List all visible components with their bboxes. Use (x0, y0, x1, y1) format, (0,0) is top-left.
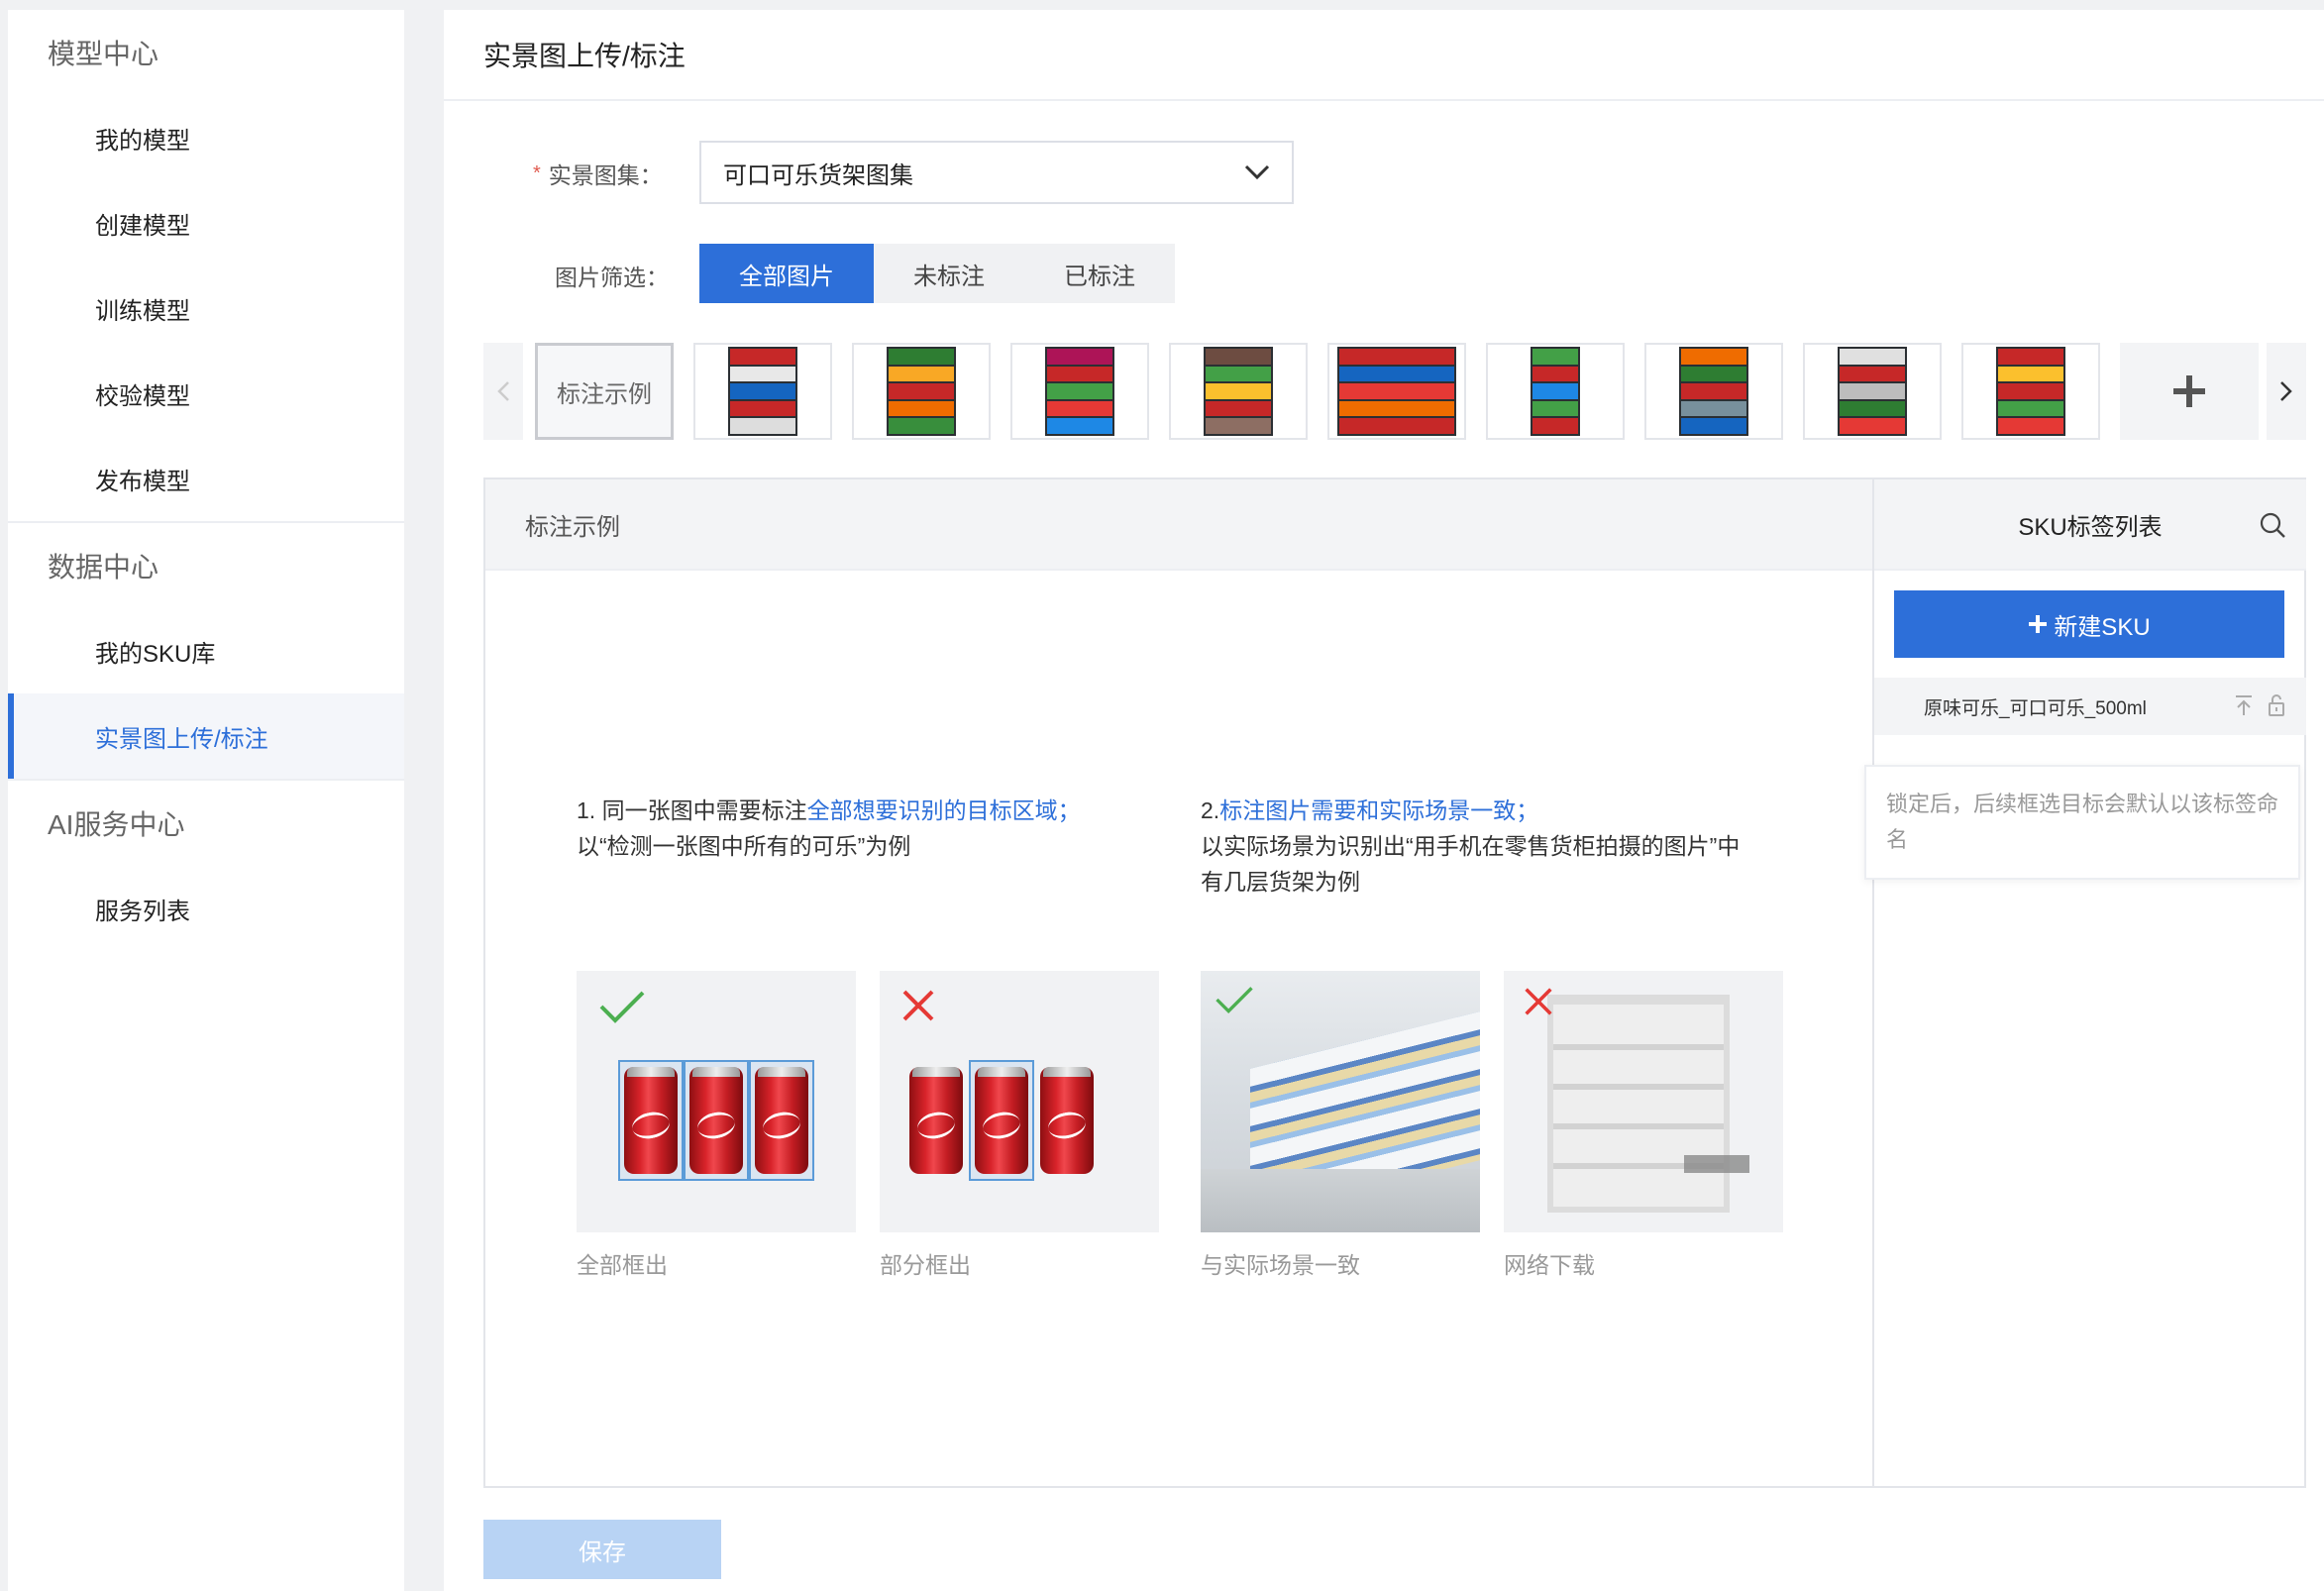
add-image-button[interactable] (2120, 343, 2259, 440)
nav-section-ai-service-center: AI服务中心 (48, 809, 185, 840)
example-caption: 部分框出 (880, 1252, 971, 1278)
check-icon (1215, 987, 1253, 1014)
cross-icon (1525, 988, 1552, 1015)
floor-illustration (1201, 1169, 1480, 1232)
cola-can (689, 1067, 743, 1174)
thumb-image[interactable] (1961, 343, 2100, 440)
tip-1-text: 1. 同一张图中需要标注 (577, 797, 807, 823)
thumb-image[interactable] (1327, 343, 1466, 440)
new-sku-button[interactable]: 新建SKU (1894, 590, 2284, 658)
plus-icon (2173, 375, 2205, 407)
dataset-select-value: 可口可乐货架图集 (723, 161, 913, 189)
cola-can (1040, 1067, 1094, 1174)
cola-can (975, 1067, 1028, 1174)
sku-panel-title: SKU标签列表 (2018, 513, 2163, 541)
new-sku-label: 新建SKU (2054, 613, 2151, 641)
chevron-right-icon (2280, 381, 2292, 401)
tip-2-line-3: 有几层货架为例 (1201, 869, 1360, 895)
example-caption: 全部框出 (577, 1252, 668, 1278)
cola-can (755, 1067, 808, 1174)
example-caption: 与实际场景一致 (1201, 1252, 1360, 1278)
example-image-partial-boxed (880, 971, 1159, 1232)
thumb-image[interactable] (852, 343, 991, 440)
annotation-area: 标注示例 1. 同一张图中需要标注全部想要识别的目标区域； 以“检测一张图中所有… (483, 477, 2306, 1488)
tip-1: 1. 同一张图中需要标注全部想要识别的目标区域； 以“检测一张图中所有的可乐”为… (577, 793, 1131, 864)
filter-labeled[interactable]: 已标注 (1024, 244, 1175, 303)
nav-item-train-model[interactable]: 训练模型 (8, 265, 404, 351)
filter-unlabeled[interactable]: 未标注 (874, 244, 1024, 303)
chevron-left-icon (497, 381, 509, 401)
tip-2-prefix: 2. (1201, 797, 1220, 823)
nav-item-my-sku-library[interactable]: 我的SKU库 (8, 608, 404, 693)
chevron-down-icon (1244, 164, 1270, 180)
save-button[interactable]: 保存 (483, 1520, 721, 1579)
filter-tabs: 全部图片 未标注 已标注 (699, 244, 1175, 303)
tip-2-line-2: 以实际场景为识别出“用手机在零售货柜拍摄的图片”中 (1201, 833, 1741, 859)
tip-2: 2.标注图片需要和实际场景一致； 以实际场景为识别出“用手机在零售货柜拍摄的图片… (1201, 793, 1795, 900)
tip-2-highlight: 标注图片需要和实际场景一致； (1219, 797, 1539, 823)
sidebar: 模型中心 我的模型 创建模型 训练模型 校验模型 发布模型 数据中心 我的SKU… (8, 10, 404, 1591)
nav-item-my-models[interactable]: 我的模型 (8, 95, 404, 180)
pin-top-icon[interactable] (2233, 693, 2255, 717)
sku-panel-header: SKU标签列表 (1874, 479, 2306, 571)
nav-item-validate-model[interactable]: 校验模型 (8, 351, 404, 436)
thumbnail-strip: 标注示例 (483, 343, 2306, 440)
nav-item-create-model[interactable]: 创建模型 (8, 180, 404, 265)
example-caption: 网络下载 (1504, 1252, 1595, 1278)
required-mark: * (533, 161, 541, 184)
plus-icon (2029, 615, 2048, 633)
lock-icon[interactable] (2267, 693, 2286, 717)
dataset-label: 实景图集： (548, 162, 663, 188)
thumb-image[interactable] (693, 343, 832, 440)
main-panel: 实景图上传/标注 * 实景图集： 可口可乐货架图集 图片筛选： 全部图片 未标注… (444, 10, 2324, 1591)
filter-all-images[interactable]: 全部图片 (699, 244, 874, 303)
thumb-image[interactable] (1010, 343, 1149, 440)
thumb-annotation-example[interactable]: 标注示例 (535, 343, 674, 440)
example-image-real-scene (1201, 971, 1480, 1232)
filter-label-row: 图片筛选： (555, 259, 669, 292)
nav-item-scene-upload-annotate[interactable]: 实景图上传/标注 (8, 693, 404, 779)
tip-1-line-2: 以“检测一张图中所有的可乐”为例 (577, 833, 911, 859)
watermark (1684, 1155, 1749, 1173)
strip-next-button[interactable] (2267, 343, 2306, 440)
dataset-select[interactable]: 可口可乐货架图集 (699, 141, 1294, 204)
thumb-image[interactable] (1803, 343, 1942, 440)
thumb-image[interactable] (1486, 343, 1625, 440)
nav-item-service-list[interactable]: 服务列表 (8, 866, 404, 951)
strip-prev-button[interactable] (483, 343, 523, 440)
nav-section-model-center: 模型中心 (48, 39, 159, 69)
cross-icon (902, 990, 934, 1021)
example-image-web-download (1504, 971, 1783, 1232)
annotation-area-title: 标注示例 (485, 479, 1872, 571)
cola-can (909, 1067, 963, 1174)
thumb-image[interactable] (1169, 343, 1308, 440)
tip-1-highlight: 全部想要识别的目标区域； (806, 797, 1081, 823)
cola-can (624, 1067, 678, 1174)
lock-tooltip: 锁定后，后续框选目标会默认以该标签命名 (1864, 765, 2300, 880)
check-icon (599, 991, 645, 1023)
empty-shelf-illustration (1547, 995, 1730, 1213)
example-image-all-boxed (577, 971, 856, 1232)
sku-panel: SKU标签列表 新建SKU 原味可乐_可口可乐_500ml 锁定后，后续框选目标… (1864, 479, 2306, 1486)
sku-list-item[interactable]: 原味可乐_可口可乐_500ml (1874, 678, 2306, 735)
filter-label: 图片筛选： (555, 265, 669, 290)
page-title: 实景图上传/标注 (444, 10, 2324, 101)
sku-item-label: 原味可乐_可口可乐_500ml (1924, 697, 2147, 719)
search-icon[interactable] (2259, 511, 2286, 539)
nav-item-publish-model[interactable]: 发布模型 (8, 436, 404, 521)
thumb-image[interactable] (1644, 343, 1783, 440)
sku-item-actions (2233, 693, 2286, 717)
nav-section-data-center: 数据中心 (48, 552, 159, 583)
dataset-label-row: * 实景图集： (533, 157, 663, 190)
